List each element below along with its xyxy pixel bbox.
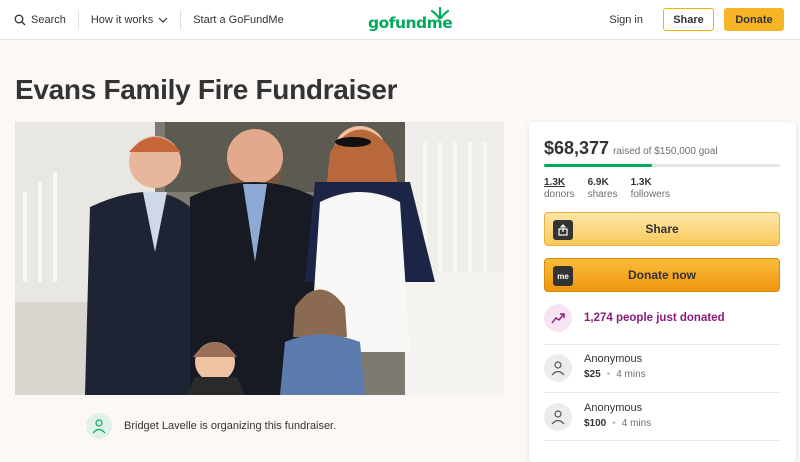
donor-avatar-icon bbox=[544, 403, 572, 431]
campaign-photo bbox=[15, 122, 504, 395]
donor-avatar-icon bbox=[544, 354, 572, 382]
search-link[interactable]: Search bbox=[14, 14, 66, 26]
family-photo-illustration bbox=[15, 122, 504, 395]
donation-amount: $100 bbox=[584, 418, 607, 429]
share-button[interactable]: Share bbox=[544, 212, 780, 246]
stat-donors-value: 1.3K bbox=[544, 177, 566, 188]
trending-up-icon bbox=[544, 304, 572, 332]
progress-bar bbox=[544, 164, 780, 167]
gofundme-logo[interactable]: gofundme bbox=[368, 7, 453, 32]
recent-donations-trend[interactable]: 1,274 people just donated bbox=[544, 304, 725, 332]
divider bbox=[544, 440, 780, 441]
campaign-stats: 1.3K donors 6.9K shares 1.3K followers bbox=[544, 177, 683, 201]
start-gofundme-link[interactable]: Start a GoFundMe bbox=[193, 14, 284, 26]
header-donate-button[interactable]: Donate bbox=[724, 8, 784, 31]
stat-donors[interactable]: 1.3K donors bbox=[544, 177, 575, 201]
donation-meta: $25 • 4 mins bbox=[584, 369, 646, 380]
stat-shares-label: shares bbox=[587, 189, 618, 200]
donation-sidebar: $68,377 raised of $150,000 goal 1.3K don… bbox=[529, 122, 796, 462]
stat-donors-label: donors bbox=[544, 189, 575, 200]
sign-in-link[interactable]: Sign in bbox=[609, 14, 643, 26]
organizer-text: Bridget Lavelle is organizing this fundr… bbox=[124, 420, 337, 432]
separator-dot: • bbox=[606, 369, 611, 380]
top-navigation-bar: Search How it works Start a GoFundMe gof… bbox=[0, 0, 800, 40]
stat-followers-value: 1.3K bbox=[630, 177, 652, 188]
raised-amount: $68,377 bbox=[544, 138, 610, 158]
donor-name: Anonymous bbox=[584, 353, 643, 365]
donor-name: Anonymous bbox=[584, 402, 643, 414]
donate-now-label: Donate now bbox=[628, 268, 696, 282]
divider bbox=[544, 392, 780, 393]
progress-bar-fill bbox=[544, 164, 652, 167]
how-it-works-label: How it works bbox=[90, 14, 154, 26]
nav-divider bbox=[77, 11, 79, 29]
donation-amount: $25 bbox=[584, 369, 601, 380]
stat-shares: 6.9K shares bbox=[588, 177, 618, 201]
chevron-down-icon bbox=[158, 17, 168, 23]
stat-followers-label: followers bbox=[630, 189, 671, 200]
start-gofundme-label: Start a GoFundMe bbox=[193, 14, 284, 26]
leaf-icon bbox=[431, 7, 450, 19]
raised-goal: raised of $150,000 goal bbox=[613, 146, 718, 157]
donation-meta: $100 • 4 mins bbox=[584, 418, 651, 429]
donate-now-button[interactable]: me Donate now bbox=[544, 258, 780, 292]
stat-shares-value: 6.9K bbox=[587, 177, 609, 188]
person-icon bbox=[92, 419, 106, 434]
donation-time: 4 mins bbox=[621, 418, 652, 429]
nav-divider bbox=[180, 11, 182, 29]
divider bbox=[544, 344, 780, 345]
organizer-line: Bridget Lavelle is organizing this fundr… bbox=[86, 413, 336, 439]
nav-right: Sign in Share Donate bbox=[609, 8, 784, 31]
trend-text: 1,274 people just donated bbox=[584, 312, 725, 324]
search-icon bbox=[14, 14, 26, 26]
search-label: Search bbox=[31, 14, 66, 26]
raised-summary: $68,377 raised of $150,000 goal bbox=[544, 138, 718, 159]
nav-left: Search How it works Start a GoFundMe bbox=[14, 0, 284, 40]
gofundme-me-icon: me bbox=[553, 266, 573, 286]
share-button-label: Share bbox=[645, 222, 679, 236]
header-share-button[interactable]: Share bbox=[663, 8, 714, 31]
me-icon-text: me bbox=[557, 271, 569, 281]
donation-time: 4 mins bbox=[616, 369, 646, 380]
stat-followers: 1.3K followers bbox=[631, 177, 670, 201]
donation-item: Anonymous $100 • 4 mins bbox=[544, 401, 651, 431]
how-it-works-menu[interactable]: How it works bbox=[91, 14, 168, 26]
separator-dot: • bbox=[612, 418, 616, 429]
organizer-avatar bbox=[86, 413, 112, 439]
donation-item: Anonymous $25 • 4 mins bbox=[544, 352, 646, 382]
share-icon bbox=[553, 220, 573, 240]
page-title: Evans Family Fire Fundraiser bbox=[15, 74, 398, 105]
